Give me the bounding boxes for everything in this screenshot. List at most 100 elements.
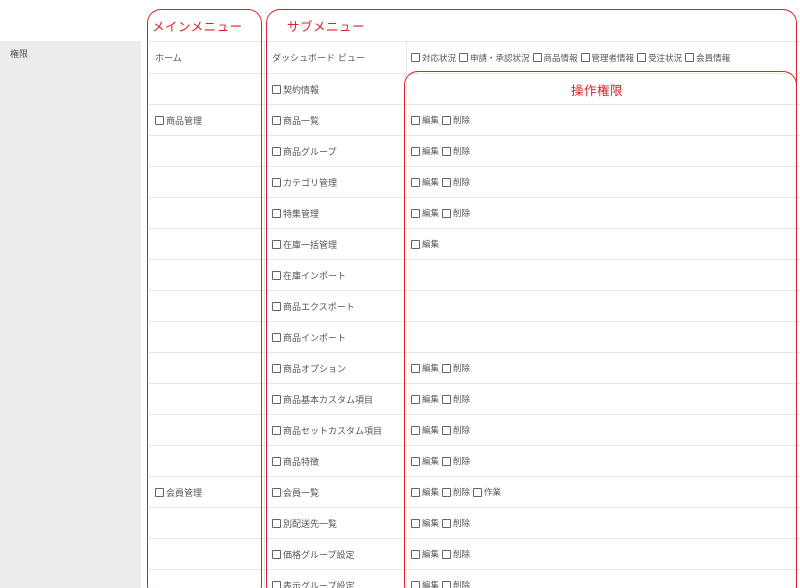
permission-option[interactable]: 会員情報 (685, 52, 730, 64)
permission-checkbox[interactable] (411, 239, 420, 249)
permission-checkbox[interactable] (442, 456, 452, 466)
permission-checkbox[interactable] (685, 53, 695, 62)
main-menu-cell (149, 384, 264, 414)
permission-checkbox[interactable] (442, 518, 452, 528)
sub-menu-cell: 商品特徴 (264, 446, 406, 476)
permission-option[interactable]: 削除 (442, 548, 470, 560)
permission-label: 管理者情報 (591, 53, 635, 64)
permission-option[interactable]: 削除 (442, 424, 470, 436)
sub-menu-label: 商品セットカスタム項目 (283, 426, 383, 437)
permission-option[interactable]: 削除 (442, 517, 470, 529)
main-menu-cell (149, 167, 264, 197)
permission-checkbox[interactable] (411, 394, 420, 404)
permission-option[interactable]: 削除 (442, 455, 470, 467)
sub-menu-checkbox[interactable] (272, 115, 281, 125)
permission-option[interactable]: 編集 (411, 517, 439, 529)
permission-checkbox[interactable] (411, 208, 420, 218)
permission-option[interactable]: 削除 (442, 486, 470, 498)
sub-menu-checkbox[interactable] (272, 518, 281, 528)
permission-checkbox[interactable] (442, 487, 452, 497)
sub-menu-cell: 在庫インポート (264, 260, 406, 290)
permission-option[interactable]: 削除 (442, 145, 470, 157)
sub-menu-checkbox[interactable] (272, 456, 281, 466)
sub-menu-checkbox[interactable] (272, 549, 281, 559)
permission-label: 会員情報 (696, 53, 731, 64)
permission-option[interactable]: 編集 (411, 114, 439, 126)
permission-checkbox[interactable] (532, 53, 542, 62)
sub-menu-checkbox[interactable] (272, 208, 281, 218)
permission-checkbox[interactable] (411, 549, 420, 559)
sub-menu-checkbox[interactable] (272, 239, 281, 249)
sub-menu-checkbox[interactable] (272, 84, 281, 94)
sub-menu-checkbox[interactable] (272, 580, 281, 588)
permission-checkbox[interactable] (442, 115, 452, 125)
permission-option[interactable]: 商品情報 (532, 52, 578, 64)
sub-menu-cell: ダッシュボード ビュー (264, 42, 406, 73)
permission-option[interactable]: 申請・承認状況 (459, 52, 530, 64)
permission-option[interactable]: 編集 (411, 455, 439, 467)
table-row: 別配送先一覧 編集 削除 (149, 507, 800, 538)
permission-checkbox[interactable] (459, 53, 469, 62)
permission-option[interactable]: 編集 (411, 393, 439, 405)
sub-menu-checkbox[interactable] (272, 177, 281, 187)
sub-menu-checkbox[interactable] (272, 425, 281, 435)
permission-option[interactable]: 編集 (411, 238, 439, 250)
sub-menu-checkbox[interactable] (272, 394, 281, 404)
permission-option[interactable]: 編集 (411, 486, 439, 498)
section-label: 権限 (10, 50, 29, 60)
permission-checkbox[interactable] (411, 456, 420, 466)
table-row: 特集管理 編集 削除 (149, 197, 800, 228)
sub-menu-checkbox[interactable] (272, 363, 281, 373)
permission-checkbox[interactable] (411, 177, 420, 187)
permission-option[interactable]: 編集 (411, 362, 439, 374)
permission-option[interactable]: 編集 (411, 424, 439, 436)
permission-option[interactable]: 受注状況 (637, 52, 682, 64)
permission-checkbox[interactable] (442, 177, 452, 187)
permission-option[interactable]: 削除 (442, 362, 470, 374)
permission-option[interactable]: 作業 (473, 486, 501, 498)
permission-checkbox[interactable] (442, 208, 452, 218)
permission-option[interactable]: 編集 (411, 145, 439, 157)
permission-checkbox[interactable] (411, 487, 420, 497)
permission-label: 削除 (453, 395, 471, 405)
permission-label: 受注状況 (648, 53, 683, 64)
permission-checkbox[interactable] (411, 518, 420, 528)
permission-checkbox[interactable] (442, 363, 452, 373)
permission-option[interactable]: 削除 (442, 176, 470, 188)
sub-menu-checkbox[interactable] (272, 270, 281, 280)
permission-checkbox[interactable] (411, 363, 420, 373)
permission-option[interactable]: 編集 (411, 579, 439, 588)
main-menu-checkbox[interactable] (155, 487, 164, 497)
permission-option[interactable]: 編集 (411, 176, 439, 188)
main-menu-checkbox[interactable] (155, 115, 164, 125)
permission-option[interactable]: 削除 (442, 393, 470, 405)
permission-checkbox[interactable] (411, 53, 420, 62)
permission-checkbox[interactable] (411, 115, 420, 125)
permission-label: 編集 (422, 519, 440, 529)
permission-checkbox[interactable] (442, 549, 452, 559)
sub-menu-checkbox[interactable] (272, 332, 281, 342)
permission-option[interactable]: 管理者情報 (580, 52, 635, 64)
permission-cell: 編集 削除 (406, 446, 800, 476)
permission-checkbox[interactable] (411, 425, 420, 435)
sub-menu-label: 商品一覧 (283, 116, 320, 127)
permission-checkbox[interactable] (442, 425, 452, 435)
permission-option[interactable]: 削除 (442, 579, 470, 588)
sub-menu-checkbox[interactable] (272, 487, 281, 497)
permission-checkbox[interactable] (411, 580, 420, 588)
permission-checkbox[interactable] (473, 487, 483, 497)
permission-option[interactable]: 対応状況 (411, 52, 456, 64)
permission-option[interactable]: 編集 (411, 548, 439, 560)
permission-checkbox[interactable] (637, 53, 647, 62)
permission-checkbox[interactable] (580, 53, 590, 62)
sub-menu-checkbox[interactable] (272, 301, 281, 311)
permission-option[interactable]: 削除 (442, 114, 470, 126)
permission-checkbox[interactable] (442, 146, 452, 156)
permission-checkbox[interactable] (442, 580, 452, 588)
permission-checkbox[interactable] (442, 394, 452, 404)
permission-option[interactable]: 編集 (411, 207, 439, 219)
permission-option[interactable]: 削除 (442, 207, 470, 219)
permission-checkbox[interactable] (411, 146, 420, 156)
main-menu-cell: 商品管理 (149, 105, 264, 135)
sub-menu-checkbox[interactable] (272, 146, 281, 156)
